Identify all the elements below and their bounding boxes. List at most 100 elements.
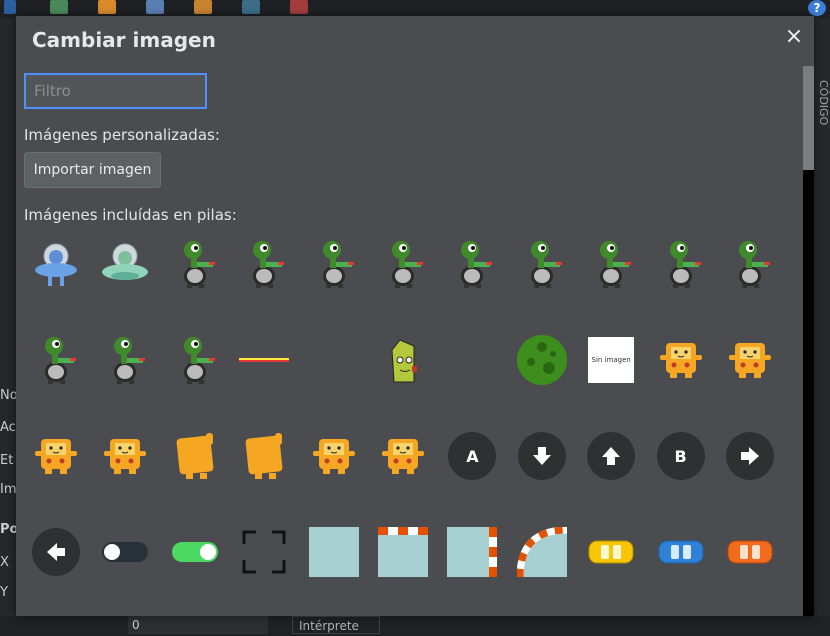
image-cell[interactable] — [510, 232, 574, 296]
image-cell[interactable] — [93, 232, 157, 296]
interpreter-tab[interactable]: Intérprete — [292, 616, 380, 634]
image-cell[interactable] — [302, 232, 366, 296]
image-cell[interactable]: Sin imagen — [579, 328, 643, 392]
image-cell[interactable]: A — [440, 424, 504, 488]
gameboy-character-icon — [380, 433, 426, 479]
image-cell[interactable] — [649, 328, 713, 392]
gameboy-character-icon — [102, 433, 148, 479]
blue-car-icon — [657, 537, 705, 567]
app-bottom-bar — [0, 616, 830, 636]
image-cell-empty[interactable] — [302, 328, 366, 392]
help-icon[interactable]: ? — [808, 0, 826, 16]
ufo-alien-blue-icon — [33, 240, 79, 288]
filter-input[interactable] — [24, 73, 207, 109]
image-cell[interactable] — [302, 424, 366, 488]
change-image-dialog: Cambiar imagen × Imágenes personalizadas… — [16, 16, 814, 616]
image-cell[interactable] — [718, 424, 782, 488]
image-cell[interactable] — [24, 520, 88, 584]
laser-beam-icon — [239, 355, 290, 365]
import-image-button[interactable]: Importar imagen — [24, 152, 161, 188]
orange-car-icon — [726, 537, 774, 567]
run-icon[interactable] — [242, 0, 260, 14]
gameboy-back-icon — [241, 431, 287, 481]
alien-blaster-icon — [659, 238, 703, 290]
image-cell[interactable] — [24, 328, 88, 392]
arrow-up-button-icon — [587, 432, 636, 480]
image-cell[interactable] — [371, 424, 435, 488]
road-tile-side-stripe-icon — [447, 527, 498, 577]
image-cell-empty[interactable] — [440, 328, 504, 392]
left-label: Ac — [0, 420, 16, 435]
image-cell[interactable] — [579, 424, 643, 488]
no-image-thumbnail: Sin imagen — [588, 337, 635, 383]
code-tab[interactable]: CÓDIGO — [814, 80, 830, 140]
road-tile-icon — [308, 527, 359, 577]
equalizer-icon[interactable] — [290, 0, 308, 14]
road-tile-curve-icon — [516, 527, 567, 577]
image-cell[interactable] — [510, 424, 574, 488]
image-cell[interactable]: B — [649, 424, 713, 488]
image-cell[interactable] — [510, 520, 574, 584]
left-label: Et — [0, 453, 14, 468]
gameboy-back-icon — [172, 431, 218, 481]
image-cell[interactable] — [718, 520, 782, 584]
toggle-off-icon — [101, 541, 149, 563]
button-b-icon: B — [656, 432, 705, 480]
image-cell[interactable] — [163, 328, 227, 392]
image-cell[interactable] — [579, 520, 643, 584]
image-cell[interactable] — [649, 520, 713, 584]
image-icon[interactable] — [50, 0, 68, 14]
alien-blaster-icon — [312, 238, 356, 290]
toggle-on-icon — [171, 541, 219, 563]
included-images-label: Imágenes incluídas en pilas: — [24, 206, 237, 224]
image-cell[interactable] — [302, 520, 366, 584]
save-icon[interactable] — [146, 0, 164, 14]
button-a-icon: A — [448, 432, 497, 480]
image-cell[interactable] — [232, 328, 296, 392]
z-value-field[interactable]: 0 — [128, 616, 268, 634]
left-label: X — [0, 555, 9, 570]
image-cell[interactable] — [93, 520, 157, 584]
folder-icon[interactable] — [98, 0, 116, 14]
alien-blaster-icon — [34, 334, 78, 386]
image-cell[interactable] — [718, 232, 782, 296]
image-cell[interactable] — [163, 232, 227, 296]
gameboy-character-icon — [33, 433, 79, 479]
box-icon[interactable] — [194, 0, 212, 14]
image-cell[interactable] — [371, 328, 435, 392]
scrollbar-thumb[interactable] — [803, 66, 814, 170]
gameboy-character-icon — [658, 337, 704, 383]
alien-blaster-running-icon — [520, 238, 564, 290]
image-cell[interactable] — [232, 424, 296, 488]
arrow-down-button-icon — [517, 432, 566, 480]
image-cell[interactable] — [232, 520, 296, 584]
custom-images-label: Imágenes personalizadas: — [24, 126, 220, 144]
image-cell[interactable] — [371, 232, 435, 296]
image-cell[interactable] — [649, 232, 713, 296]
left-label: Y — [0, 585, 8, 600]
image-cell[interactable] — [510, 328, 574, 392]
arrow-left-button-icon — [32, 528, 80, 576]
image-cell[interactable] — [163, 520, 227, 584]
image-cell[interactable] — [579, 232, 643, 296]
image-cell[interactable] — [371, 520, 435, 584]
image-cell[interactable] — [163, 424, 227, 488]
green-planet-icon — [516, 334, 568, 386]
back-icon[interactable] — [4, 0, 16, 14]
left-label: Im — [0, 482, 17, 497]
close-icon[interactable]: × — [784, 26, 804, 48]
image-cell[interactable] — [93, 424, 157, 488]
yellow-car-icon — [587, 537, 635, 567]
app-left-panel — [0, 18, 16, 636]
arrow-right-button-icon — [726, 432, 774, 480]
image-cell[interactable] — [718, 328, 782, 392]
alien-blaster-icon — [242, 238, 286, 290]
image-cell[interactable] — [440, 232, 504, 296]
image-cell[interactable] — [24, 232, 88, 296]
image-cell[interactable] — [440, 520, 504, 584]
image-cell[interactable] — [93, 328, 157, 392]
image-cell[interactable] — [232, 232, 296, 296]
image-cell[interactable] — [24, 424, 88, 488]
alien-blaster-icon — [173, 238, 217, 290]
road-tile-top-stripe-icon — [378, 527, 428, 577]
